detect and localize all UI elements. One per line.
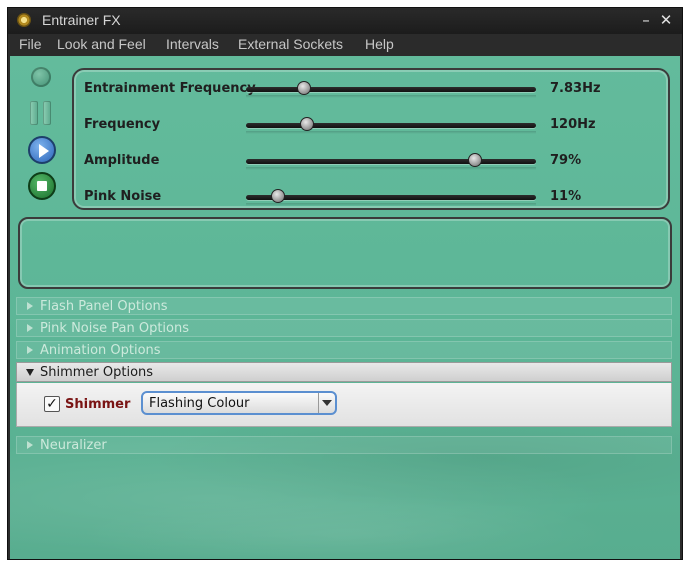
record-button[interactable] (31, 67, 51, 87)
select-value: Flashing Colour (149, 396, 250, 411)
shimmer-options-body: ✓ Shimmer Flashing Colour (16, 383, 672, 427)
main-content: Entrainment Frequency 7.83Hz Frequency 1… (10, 56, 680, 559)
dropdown-button[interactable] (318, 393, 335, 413)
menu-help[interactable]: Help (365, 36, 394, 52)
slider-label: Amplitude (84, 153, 160, 168)
section-pink-noise-pan-options[interactable]: Pink Noise Pan Options (16, 319, 672, 337)
section-animation-options[interactable]: Animation Options (16, 341, 672, 359)
section-label: Animation Options (40, 343, 161, 358)
shimmer-checkbox[interactable]: ✓ (44, 396, 60, 412)
expand-arrow-icon (27, 346, 33, 354)
slider-track[interactable] (246, 159, 536, 164)
slider-label: Entrainment Frequency (84, 81, 256, 96)
menu-file[interactable]: File (19, 36, 42, 52)
slider-track[interactable] (246, 87, 536, 92)
play-button[interactable] (28, 136, 56, 164)
stop-icon (37, 181, 47, 191)
slider-value: 79% (550, 153, 582, 168)
slider-value: 120Hz (550, 117, 596, 132)
app-window: Entrainer FX – ✕ File Look and Feel Inte… (7, 7, 683, 560)
expand-arrow-icon (27, 324, 33, 332)
section-label: Flash Panel Options (40, 299, 168, 314)
minimize-button[interactable]: – (637, 11, 655, 29)
chevron-down-icon (322, 400, 332, 406)
section-label: Shimmer Options (40, 365, 154, 380)
window-title: Entrainer FX (42, 12, 121, 28)
pause-icon (30, 101, 38, 125)
slider-value: 7.83Hz (550, 81, 601, 96)
menu-look-and-feel[interactable]: Look and Feel (57, 36, 146, 52)
section-label: Neuralizer (40, 438, 107, 453)
section-label: Pink Noise Pan Options (40, 321, 190, 336)
close-button[interactable]: ✕ (657, 11, 675, 29)
slider-track[interactable] (246, 195, 536, 200)
expand-arrow-icon (27, 302, 33, 310)
app-logo-icon (17, 13, 31, 27)
visualization-panel (18, 217, 672, 289)
play-icon (39, 144, 49, 158)
slider-label: Pink Noise (84, 189, 162, 204)
slider-thumb[interactable] (468, 153, 483, 167)
shimmer-type-select[interactable]: Flashing Colour (141, 391, 337, 415)
slider-thumb[interactable] (270, 189, 285, 203)
stop-button[interactable] (28, 172, 56, 200)
slider-panel: Entrainment Frequency 7.83Hz Frequency 1… (72, 68, 670, 210)
slider-row-pink-noise: Pink Noise 11% (74, 183, 672, 213)
expand-arrow-icon (27, 441, 33, 449)
menu-intervals[interactable]: Intervals (166, 36, 219, 52)
section-flash-panel-options[interactable]: Flash Panel Options (16, 297, 672, 315)
section-neuralizer[interactable]: Neuralizer (16, 436, 672, 454)
slider-thumb[interactable] (299, 117, 314, 131)
slider-value: 11% (550, 189, 582, 204)
pause-button[interactable] (29, 101, 53, 125)
shimmer-checkbox-label[interactable]: Shimmer (65, 397, 130, 412)
section-shimmer-options[interactable]: Shimmer Options (16, 362, 672, 382)
title-bar[interactable]: Entrainer FX – ✕ (8, 8, 682, 34)
slider-row-amplitude: Amplitude 79% (74, 147, 672, 177)
menu-external-sockets[interactable]: External Sockets (238, 36, 343, 52)
slider-row-frequency: Frequency 120Hz (74, 111, 672, 141)
menu-bar: File Look and Feel Intervals External So… (8, 34, 682, 56)
slider-thumb[interactable] (297, 81, 311, 95)
collapse-arrow-icon (26, 369, 34, 376)
slider-track[interactable] (246, 123, 536, 128)
slider-label: Frequency (84, 117, 161, 132)
slider-row-entrainment-frequency: Entrainment Frequency 7.83Hz (74, 75, 672, 105)
